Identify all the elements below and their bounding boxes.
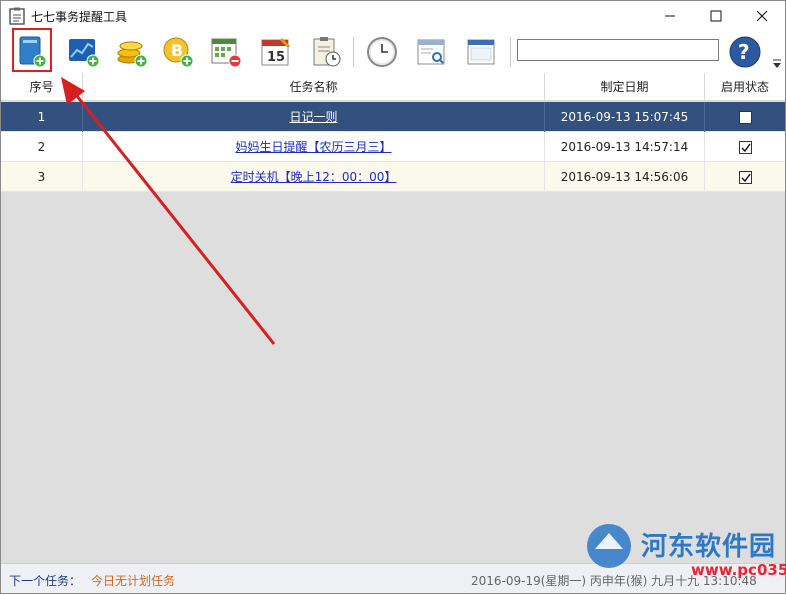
column-header-date[interactable]: 制定日期 [545, 73, 705, 101]
task-grid: 序号 任务名称 制定日期 启用状态 1 日记一则 2016-09-13 15:0… [1, 73, 785, 563]
table-row[interactable]: 2 妈妈生日提醒【农历三月三】 2016-09-13 14:57:14 [1, 132, 785, 162]
check-icon [741, 143, 751, 153]
window-icon [467, 39, 495, 65]
calendar-remove-icon [211, 38, 242, 68]
window-title: 七七事务提醒工具 [31, 10, 128, 24]
toolbar-separator [353, 37, 354, 67]
maximize-icon [710, 10, 722, 22]
toolbar-separator [510, 37, 511, 67]
task-name-link[interactable]: 日记一则 [289, 110, 337, 124]
maximize-button[interactable] [693, 1, 739, 31]
enabled-checkbox[interactable] [738, 141, 752, 154]
row-status [705, 132, 785, 162]
row-index: 2 [1, 132, 83, 162]
svg-text:B: B [171, 41, 183, 60]
row-task-name: 日记一则 [83, 102, 545, 132]
window-search-icon [417, 39, 445, 65]
row-date: 2016-09-13 14:56:06 [545, 162, 705, 192]
column-header-name[interactable]: 任务名称 [83, 73, 545, 101]
row-task-name: 妈妈生日提醒【农历三月三】 [83, 132, 545, 162]
row-date: 2016-09-13 14:57:14 [545, 132, 705, 162]
row-date: 2016-09-13 15:07:45 [545, 102, 705, 132]
column-header-index[interactable]: 序号 [1, 73, 83, 101]
minimize-button[interactable] [647, 1, 693, 31]
check-icon [741, 173, 751, 183]
help-icon[interactable]: ? [727, 34, 763, 70]
clock-button[interactable] [363, 33, 401, 71]
next-task-value: 今日无计划任务 [91, 574, 176, 588]
search-input[interactable] [517, 39, 719, 61]
add-bitcoin-button[interactable]: B [159, 33, 197, 71]
clipboard-clock-icon [313, 37, 341, 67]
table-row[interactable]: 3 定时关机【晚上12：00：00】 2016-09-13 14:56:06 [1, 162, 785, 192]
row-status [705, 102, 785, 132]
calendar-icon: 15 [261, 37, 291, 66]
task-name-link[interactable]: 定时关机【晚上12：00：00】 [231, 170, 397, 184]
clipboard-app-icon [9, 7, 25, 25]
highlight-annotation-box [12, 28, 52, 72]
row-status [705, 162, 785, 192]
table-row[interactable]: 1 日记一则 2016-09-13 15:07:45 [1, 102, 785, 132]
enabled-checkbox[interactable] [738, 171, 752, 184]
calendar-button[interactable]: 15 [257, 33, 295, 71]
svg-text:?: ? [738, 40, 750, 64]
bitcoin-add-icon: B [163, 37, 194, 68]
row-task-name: 定时关机【晚上12：00：00】 [83, 162, 545, 192]
title-bar: 七七事务提醒工具 [1, 1, 785, 31]
grid-header: 序号 任务名称 制定日期 启用状态 [1, 73, 785, 101]
column-header-status[interactable]: 启用状态 [705, 73, 785, 101]
window-search-button[interactable] [413, 33, 451, 71]
svg-text:15: 15 [267, 50, 285, 65]
add-stock-button[interactable] [65, 33, 103, 71]
row-index: 3 [1, 162, 83, 192]
next-task-label: 下一个任务： [9, 574, 82, 588]
close-icon [756, 10, 768, 22]
close-button[interactable] [739, 1, 785, 31]
add-money-button[interactable] [113, 33, 151, 71]
window-button[interactable] [463, 33, 501, 71]
minimize-icon [665, 15, 675, 17]
row-index: 1 [1, 102, 83, 132]
delete-calendar-button[interactable] [207, 33, 245, 71]
task-name-link[interactable]: 妈妈生日提醒【农历三月三】 [235, 140, 391, 154]
watermark-text: 河东软件园 [641, 532, 777, 562]
clock-icon [367, 37, 397, 67]
clipboard-clock-button[interactable] [307, 33, 345, 71]
chart-add-icon [69, 39, 100, 68]
watermark-url: www.pc0359.cn [691, 561, 786, 579]
app-window: 七七事务提醒工具 B 15 ? 序号 任务名称 制定日期 启用状态 1 日记一则… [0, 0, 786, 594]
toolbar-overflow-icon[interactable] [771, 57, 783, 71]
coins-add-icon [117, 41, 148, 68]
enabled-checkbox[interactable] [738, 111, 752, 124]
